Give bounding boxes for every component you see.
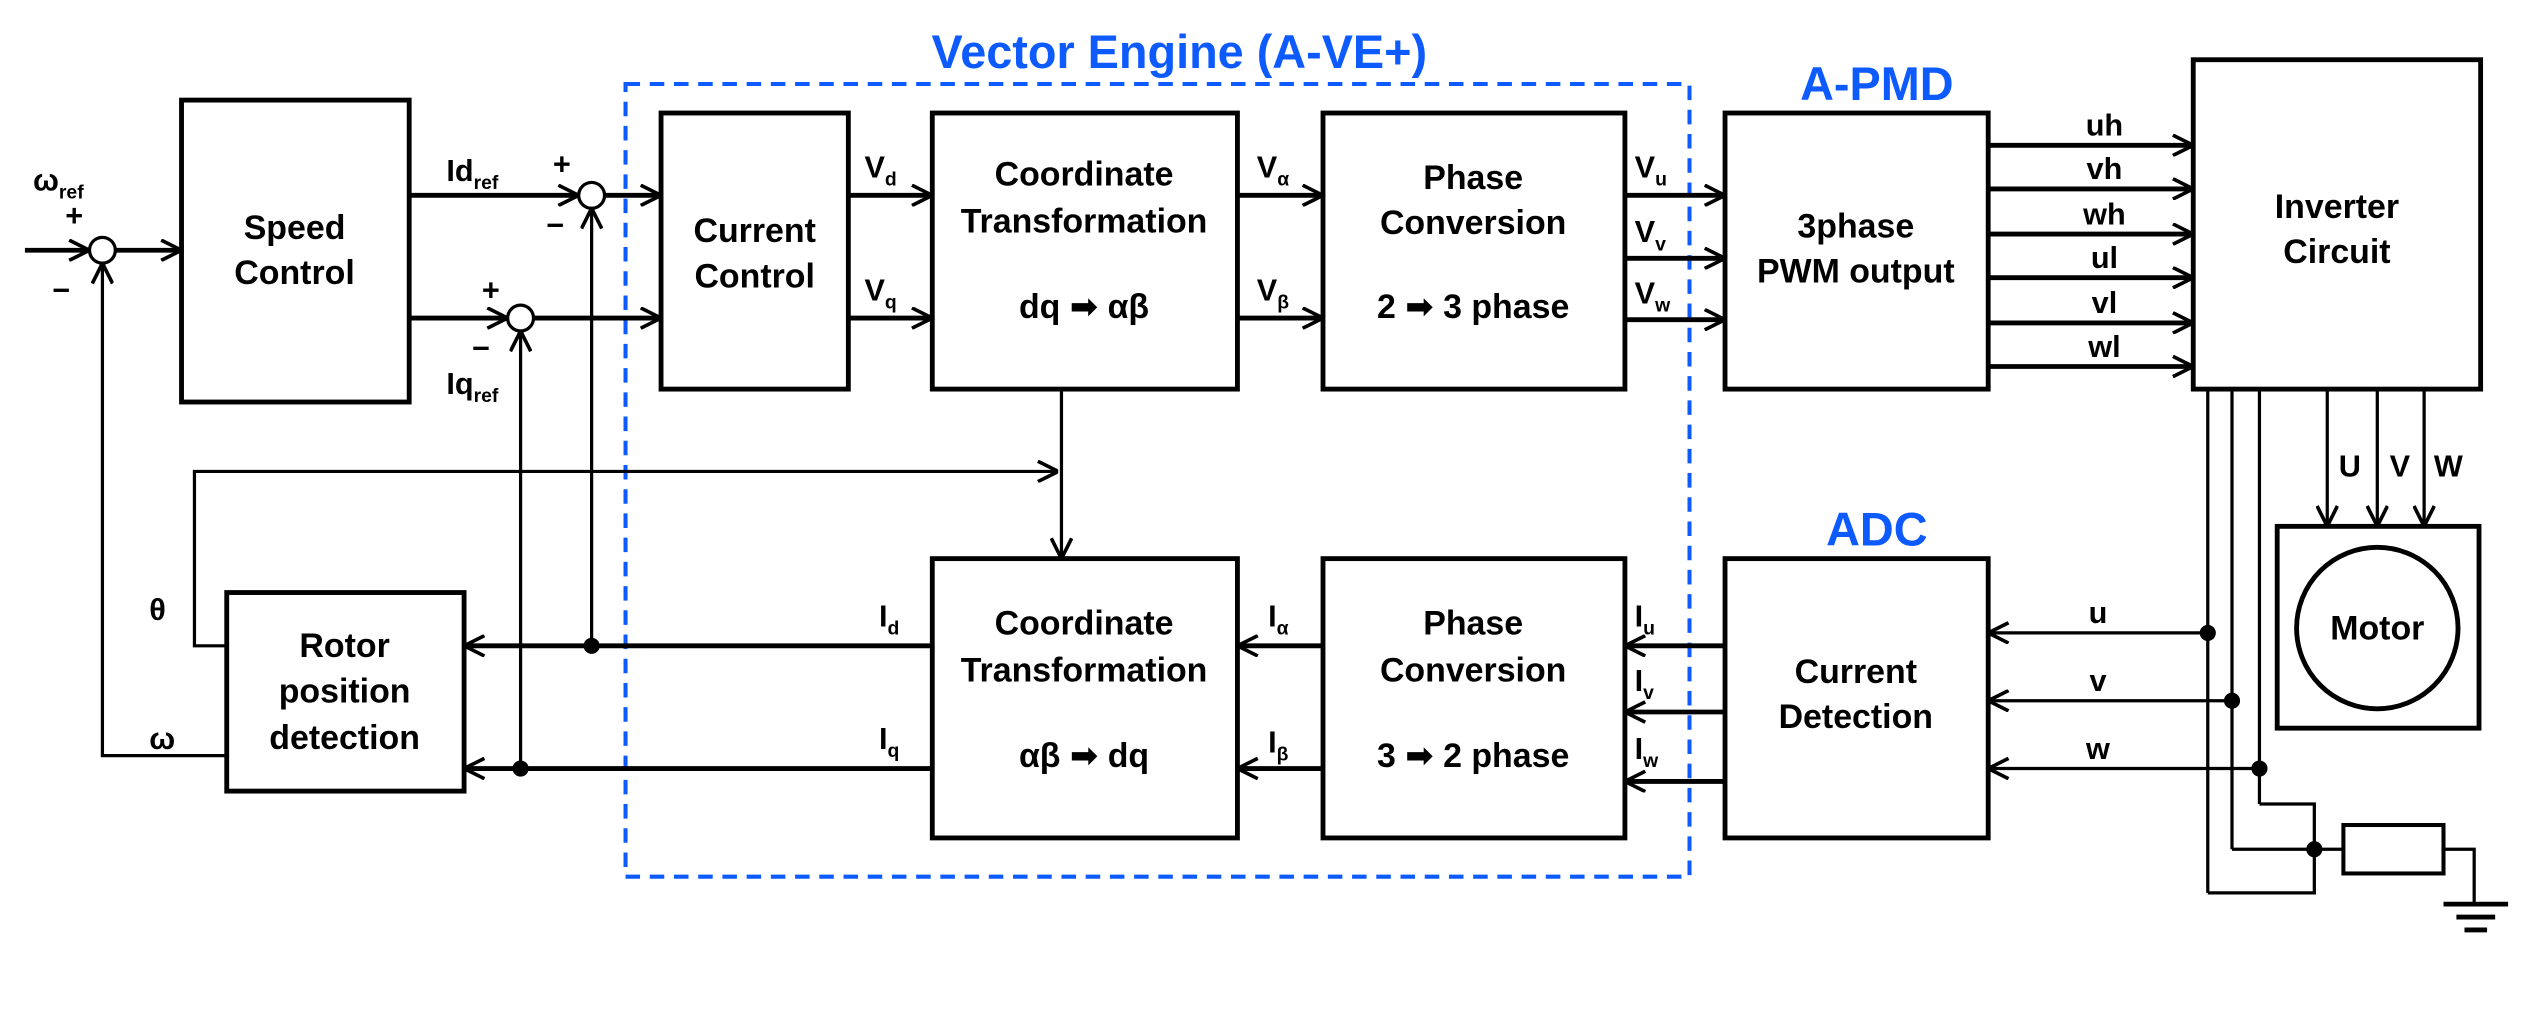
vector-control-block-diagram: Vector Engine (A-VE+) A-PMD ADC Speed Co… [24, 26, 2509, 933]
svg-text:Inverter: Inverter [2275, 188, 2399, 226]
gate-label-wh: wh [2082, 197, 2126, 231]
svg-text:Control: Control [234, 254, 354, 292]
vector-engine-title: Vector Engine (A-VE+) [932, 26, 1428, 78]
coordinate-transformation-dq-to-ab-block: Coordinate Transformation dq ➡ αβ [929, 110, 1240, 392]
junction-dot [2251, 760, 2268, 777]
junction-dot [2223, 692, 2241, 709]
iv-label: Iv [1635, 664, 1655, 704]
minus-sign: − [546, 209, 564, 243]
theta-label: θ [149, 593, 166, 627]
phase-in-label-w: w [2085, 732, 2110, 766]
junction-dot [512, 760, 529, 777]
svg-text:Transformation: Transformation [961, 202, 1208, 240]
phase-out-label-u: U [2339, 449, 2361, 483]
omega-ref-label: ωref [33, 164, 84, 204]
ground-symbol [2443, 847, 2509, 933]
inverter-circuit-block: Inverter Circuit [2190, 57, 2484, 392]
phase-conversion-3-to-2-block: Phase Conversion 3 ➡ 2 phase [1320, 556, 1628, 841]
svg-text:Circuit: Circuit [2283, 233, 2390, 271]
speed-summing-junction [87, 235, 117, 265]
iu-label: Iu [1635, 599, 1655, 639]
svg-text:Transformation: Transformation [961, 651, 1208, 689]
svg-text:Coordinate: Coordinate [995, 605, 1174, 643]
adc-title: ADC [1826, 504, 1927, 556]
junction-dot [2199, 624, 2216, 641]
svg-text:Current: Current [693, 212, 815, 250]
plus-sign: + [482, 273, 500, 307]
svg-text:Detection: Detection [1779, 698, 1933, 736]
svg-text:3 ➡ 2 phase: 3 ➡ 2 phase [1377, 737, 1569, 775]
svg-text:Conversion: Conversion [1380, 651, 1566, 689]
id-ref-label: Idref [446, 154, 499, 194]
svg-text:detection: detection [269, 719, 420, 757]
current-control-block: Current Control [658, 110, 851, 392]
vd-label: Vd [864, 151, 896, 191]
vu-label: Vu [1635, 151, 1667, 191]
svg-text:Rotor: Rotor [299, 627, 389, 665]
phase-in-label-v: v [2089, 664, 2106, 698]
svg-text:dq ➡ αβ: dq ➡ αβ [1019, 288, 1149, 326]
iq-label: Iq [879, 722, 899, 762]
current-detection-block: Current Detection [1722, 556, 1991, 841]
gate-label-ul: ul [2091, 241, 2118, 275]
valpha-label: Vα [1257, 151, 1289, 191]
gate-label-wl: wl [2087, 330, 2120, 364]
phase-out-label-v: V [2390, 449, 2411, 483]
iw-label: Iw [1635, 732, 1660, 772]
vq-label: Vq [864, 273, 896, 313]
svg-text:Coordinate: Coordinate [995, 156, 1174, 194]
svg-text:αβ ➡ dq: αβ ➡ dq [1019, 737, 1149, 775]
gate-label-uh: uh [2086, 109, 2123, 143]
phase-in-label-u: u [2089, 596, 2108, 630]
svg-text:Phase: Phase [1423, 159, 1523, 197]
vw-label: Vw [1635, 277, 1671, 317]
omega-label: ω [149, 722, 175, 756]
id-label: Id [879, 599, 899, 639]
svg-text:Control: Control [694, 257, 814, 295]
iq-summing-junction [506, 303, 536, 333]
speed-control-block: Speed Control [179, 97, 412, 405]
motor-block: Motor [2274, 523, 2482, 731]
svg-text:3phase: 3phase [1797, 207, 1914, 245]
ibeta-label: Iβ [1268, 725, 1289, 765]
svg-text:Speed: Speed [244, 209, 346, 247]
minus-sign: − [52, 273, 70, 307]
svg-text:2 ➡ 3 phase: 2 ➡ 3 phase [1377, 288, 1569, 326]
svg-text:Current: Current [1795, 653, 1917, 691]
gate-label-vh: vh [2087, 152, 2123, 186]
apmd-title: A-PMD [1800, 58, 1953, 110]
shunt-resistor [2341, 823, 2446, 876]
svg-text:PWM output: PWM output [1757, 253, 1955, 291]
svg-text:Phase: Phase [1423, 605, 1523, 643]
plus-sign: + [553, 147, 571, 181]
minus-sign: − [472, 331, 490, 365]
svg-text:Conversion: Conversion [1380, 204, 1566, 242]
ialpha-label: Iα [1268, 599, 1289, 639]
id-summing-junction [577, 180, 607, 210]
phase-out-label-w: W [2434, 449, 2463, 483]
pwm-output-block: 3phase PWM output [1722, 110, 1991, 392]
svg-text:Motor: Motor [2330, 609, 2424, 647]
iq-ref-label: Iqref [446, 367, 499, 407]
svg-text:position: position [279, 672, 411, 710]
gate-label-vl: vl [2092, 286, 2118, 320]
junction-dot [2306, 841, 2323, 858]
junction-dot [583, 637, 600, 654]
phase-conversion-2-to-3-block: Phase Conversion 2 ➡ 3 phase [1320, 110, 1628, 392]
coordinate-transformation-ab-to-dq-block: Coordinate Transformation αβ ➡ dq [929, 556, 1240, 841]
plus-sign: + [65, 199, 83, 233]
rotor-position-detection-block: Rotor position detection [224, 590, 467, 794]
vbeta-label: Vβ [1257, 273, 1289, 313]
vv-label: Vv [1635, 215, 1666, 255]
